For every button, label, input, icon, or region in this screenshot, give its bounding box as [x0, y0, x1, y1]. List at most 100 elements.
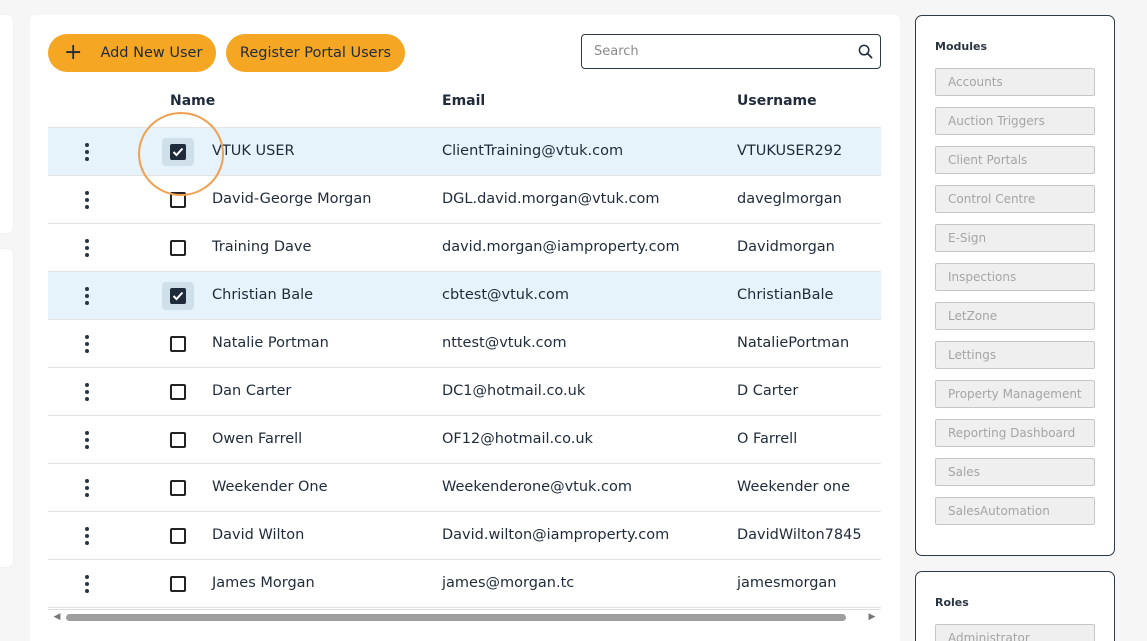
cell-username: Weekender one: [737, 479, 850, 495]
cell-email: james@morgan.tc: [442, 575, 575, 591]
row-checkbox[interactable]: [170, 528, 186, 544]
column-header-name[interactable]: Name: [170, 93, 215, 109]
row-actions-icon[interactable]: [80, 238, 94, 258]
row-checkbox[interactable]: [170, 144, 186, 160]
row-actions-icon[interactable]: [80, 334, 94, 354]
table-row[interactable]: Training Dave david.morgan@iamproperty.co…: [48, 224, 881, 272]
row-checkbox-wrap: [162, 330, 194, 358]
module-button[interactable]: E-Sign: [935, 224, 1095, 252]
row-checkbox-wrap: [162, 426, 194, 454]
register-portal-users-button[interactable]: Register Portal Users: [226, 34, 405, 72]
row-checkbox-wrap: [162, 570, 194, 598]
row-checkbox[interactable]: [170, 240, 186, 256]
row-checkbox-wrap: [162, 474, 194, 502]
register-portal-users-label: Register Portal Users: [239, 45, 392, 61]
row-actions-icon[interactable]: [80, 382, 94, 402]
cell-email: David.wilton@iamproperty.com: [442, 527, 670, 543]
module-button[interactable]: Sales: [935, 458, 1095, 486]
table-row[interactable]: James Morgan james@morgan.tc jamesmorgan: [48, 560, 881, 608]
left-side-card-bottom: [0, 249, 13, 567]
horizontal-scrollbar[interactable]: ◀ ▶: [48, 609, 881, 624]
row-actions-icon[interactable]: [80, 430, 94, 450]
row-actions-icon[interactable]: [80, 142, 94, 162]
table-row[interactable]: Natalie Portman nttest@vtuk.com NataliePor…: [48, 320, 881, 368]
cell-name: David-George Morgan: [212, 191, 372, 207]
scroll-left-icon[interactable]: ◀: [52, 612, 62, 622]
add-new-user-button[interactable]: + Add New User: [48, 34, 216, 72]
table-row[interactable]: VTUK USER ClientTraining@vtuk.com VTUKUSER…: [48, 128, 881, 176]
cell-name: Natalie Portman: [212, 335, 329, 351]
scrollbar-thumb[interactable]: [66, 614, 846, 621]
table-row[interactable]: David Wilton David.wilton@iamproperty.com…: [48, 512, 881, 560]
row-checkbox[interactable]: [170, 288, 186, 304]
table-row[interactable]: Dan Carter DC1@hotmail.co.uk D Carter: [48, 368, 881, 416]
cell-email: david.morgan@iamproperty.com: [442, 239, 680, 255]
table-header: Name Email Username: [48, 85, 881, 128]
cell-name: Owen Farrell: [212, 431, 303, 447]
module-button[interactable]: LetZone: [935, 302, 1095, 330]
modules-title: Modules: [935, 40, 987, 53]
row-actions-icon[interactable]: [80, 286, 94, 306]
scroll-right-icon[interactable]: ▶: [867, 612, 877, 622]
row-checkbox-wrap: [162, 138, 194, 166]
column-header-email[interactable]: Email: [442, 93, 485, 109]
checkmark-icon: [172, 291, 184, 301]
cell-email: cbtest@vtuk.com: [442, 287, 569, 303]
row-checkbox-wrap: [162, 522, 194, 550]
row-checkbox-wrap: [162, 234, 194, 262]
cell-email: OF12@hotmail.co.uk: [442, 431, 593, 447]
table-row[interactable]: Christian Bale cbtest@vtuk.com ChristianBa…: [48, 272, 881, 320]
row-checkbox-wrap: [162, 378, 194, 406]
cell-email: DC1@hotmail.co.uk: [442, 383, 586, 399]
module-button[interactable]: SalesAutomation: [935, 497, 1095, 525]
column-header-username[interactable]: Username: [737, 93, 817, 109]
table-body: VTUK USER ClientTraining@vtuk.com VTUKUSER…: [48, 128, 881, 608]
cell-username: DavidWilton7845: [737, 527, 862, 543]
cell-name: Christian Bale: [212, 287, 314, 303]
users-table: Name Email Username VTUK USER ClientTrain…: [48, 85, 881, 608]
search-input[interactable]: [582, 35, 850, 68]
row-checkbox[interactable]: [170, 192, 186, 208]
row-actions-icon[interactable]: [80, 574, 94, 594]
role-button[interactable]: Administrator: [935, 624, 1095, 641]
table-row[interactable]: Owen Farrell OF12@hotmail.co.uk O Farrell: [48, 416, 881, 464]
table-row[interactable]: David-George Morgan DGL.david.morgan@vtuk…: [48, 176, 881, 224]
search-icon[interactable]: [850, 35, 880, 68]
cell-username: jamesmorgan: [737, 575, 837, 591]
row-checkbox[interactable]: [170, 336, 186, 352]
users-card: + Add New User Register Portal Users Nam…: [30, 15, 900, 641]
cell-email: nttest@vtuk.com: [442, 335, 567, 351]
cell-username: daveglmorgan: [737, 191, 842, 207]
row-checkbox-wrap: [162, 186, 194, 214]
row-actions-icon[interactable]: [80, 526, 94, 546]
cell-email: ClientTraining@vtuk.com: [442, 143, 624, 159]
row-checkbox[interactable]: [170, 432, 186, 448]
module-button[interactable]: Property Management: [935, 380, 1095, 408]
cell-username: NataliePortman: [737, 335, 850, 351]
modules-panel: Modules Accounts Auction Triggers Client P…: [915, 15, 1115, 556]
module-button[interactable]: Accounts: [935, 68, 1095, 96]
row-checkbox[interactable]: [170, 384, 186, 400]
cell-name: Dan Carter: [212, 383, 292, 399]
module-button[interactable]: Auction Triggers: [935, 107, 1095, 135]
cell-name: James Morgan: [212, 575, 315, 591]
module-button[interactable]: Client Portals: [935, 146, 1095, 174]
cell-name: David Wilton: [212, 527, 305, 543]
cell-username: O Farrell: [737, 431, 798, 447]
cell-name: VTUK USER: [212, 143, 295, 159]
add-new-user-label: Add New User: [100, 45, 203, 61]
row-checkbox[interactable]: [170, 480, 186, 496]
plus-icon: +: [64, 40, 83, 65]
module-button[interactable]: Control Centre: [935, 185, 1095, 213]
cell-username: Davidmorgan: [737, 239, 835, 255]
module-button[interactable]: Inspections: [935, 263, 1095, 291]
search-box: [581, 34, 881, 69]
row-checkbox-wrap: [162, 282, 194, 310]
row-actions-icon[interactable]: [80, 478, 94, 498]
row-checkbox[interactable]: [170, 576, 186, 592]
module-button[interactable]: Reporting Dashboard: [935, 419, 1095, 447]
row-actions-icon[interactable]: [80, 190, 94, 210]
module-button[interactable]: Lettings: [935, 341, 1095, 369]
table-row[interactable]: Weekender One Weekenderone@vtuk.com Weeken…: [48, 464, 881, 512]
cell-name: Weekender One: [212, 479, 328, 495]
